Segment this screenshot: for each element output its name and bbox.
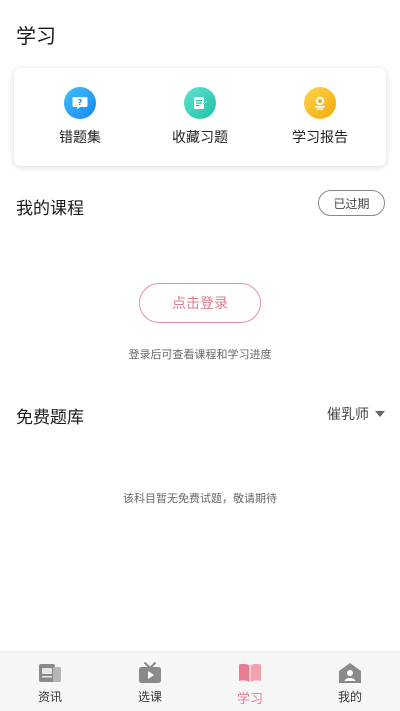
subject-filter-label: 催乳师 [327, 407, 369, 423]
empty-bank-hint: 该科目暂无免费试题，敬请期待 [123, 492, 277, 505]
page-title: 学习 [16, 24, 56, 48]
tab-label: 我的 [337, 690, 362, 704]
quick-action-wrong-questions[interactable]: ? 错题集 [25, 87, 135, 147]
quick-action-study-report[interactable]: 学习报告 [265, 87, 375, 147]
tab-news[interactable]: 资讯 [0, 652, 100, 705]
tab-profile[interactable]: 我的 [300, 652, 400, 705]
free-bank-title: 免费题库 [16, 408, 84, 428]
video-play-icon [137, 660, 163, 686]
quick-actions-card: ? 错题集 收藏习题 学习报告 [14, 68, 386, 166]
report-badge-icon [304, 87, 336, 119]
caret-down-icon [375, 411, 385, 417]
profile-house-icon [337, 660, 363, 686]
tab-label: 学习 [236, 692, 263, 707]
tab-courses[interactable]: 选课 [100, 652, 200, 705]
open-book-icon [237, 660, 263, 686]
expired-courses-button[interactable]: 已过期 [318, 190, 385, 216]
tab-label: 资讯 [37, 690, 62, 704]
quick-action-label: 收藏习题 [172, 130, 228, 146]
bottom-tab-bar: 资讯 选课 学习 我的 [0, 651, 400, 711]
quick-action-label: 学习报告 [292, 130, 348, 146]
subject-filter-dropdown[interactable]: 催乳师 [327, 404, 385, 424]
login-hint: 登录后可查看课程和学习进度 [128, 348, 272, 361]
news-icon [37, 660, 63, 686]
edit-document-icon [184, 87, 216, 119]
tab-label: 选课 [137, 690, 162, 704]
login-button[interactable]: 点击登录 [139, 283, 261, 323]
svg-text:?: ? [78, 98, 83, 107]
quick-action-label: 错题集 [59, 130, 101, 146]
quick-action-favorites[interactable]: 收藏习题 [145, 87, 255, 147]
question-bubble-icon: ? [64, 87, 96, 119]
my-courses-title: 我的课程 [16, 199, 84, 219]
tab-study[interactable]: 学习 [200, 652, 300, 707]
